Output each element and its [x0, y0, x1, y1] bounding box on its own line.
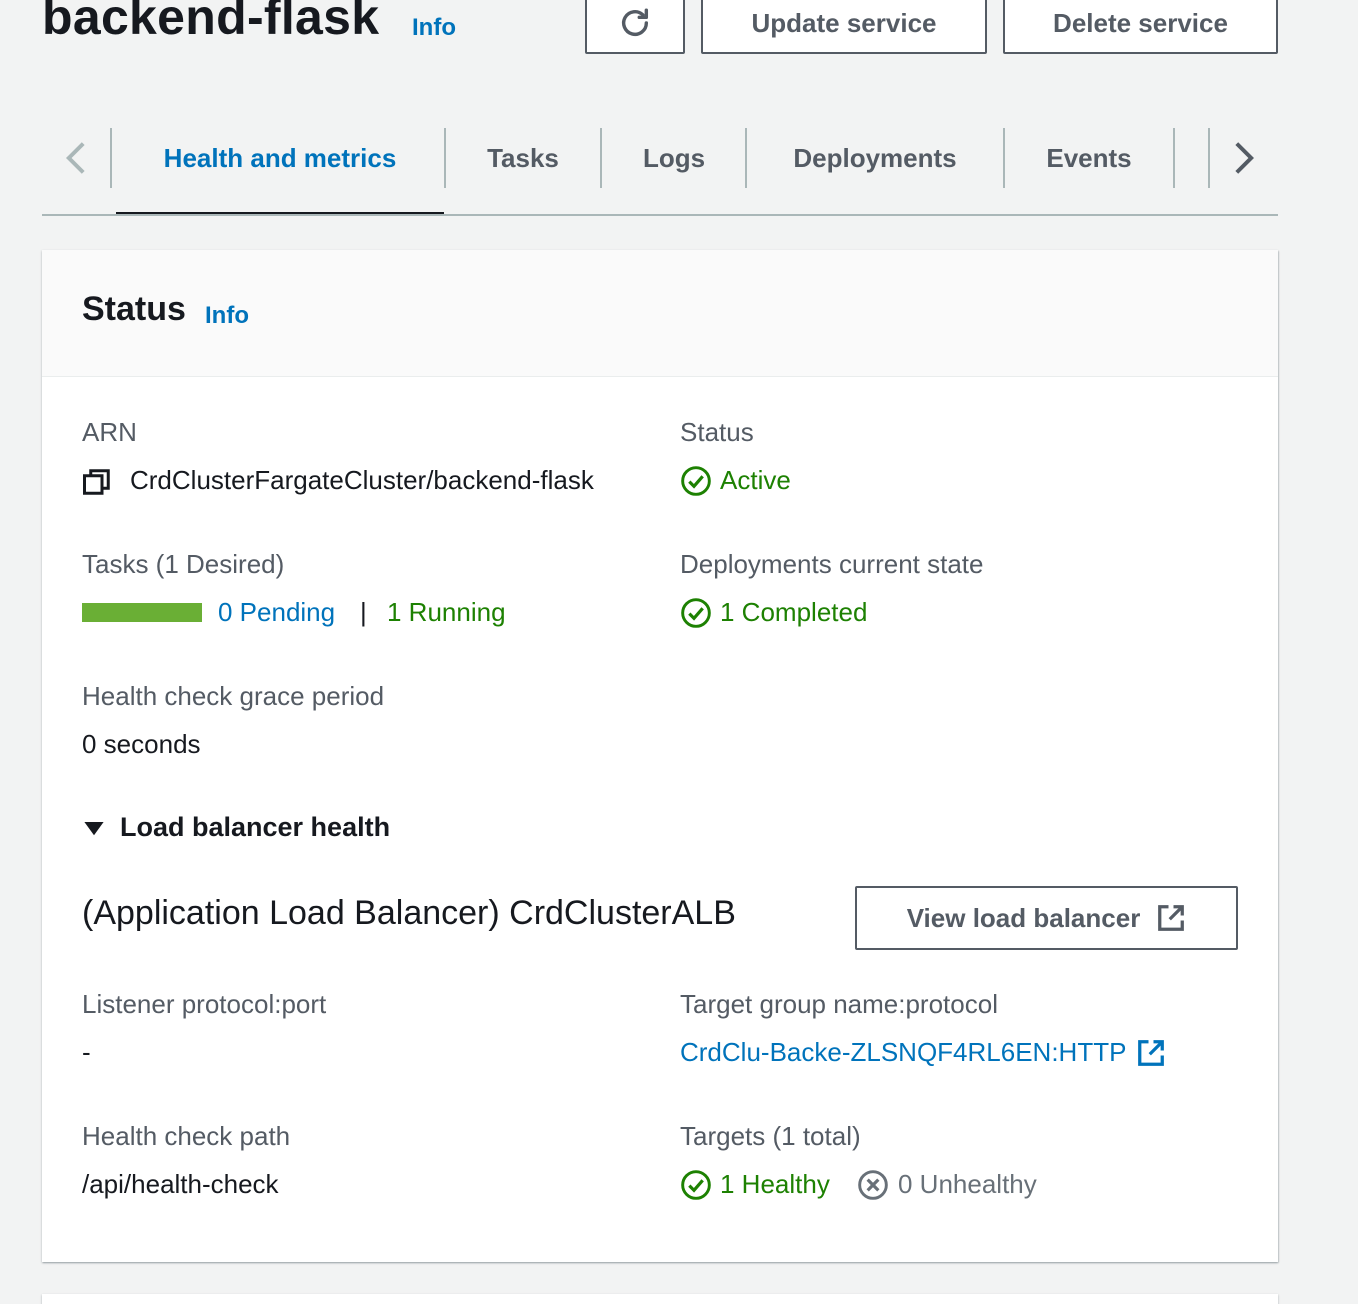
chevron-left-icon	[65, 142, 85, 174]
arn-value: CrdClusterFargateCluster/backend-flask	[130, 465, 594, 495]
tasks-separator: |	[360, 597, 367, 627]
status-panel-header: Status Info	[42, 250, 1278, 377]
target-group-label: Target group name:protocol	[680, 989, 998, 1019]
target-group-value: CrdClu-Backe-ZLSNQF4RL6EN:HTTP	[680, 1037, 1127, 1067]
tabs-next-button[interactable]	[1222, 136, 1266, 180]
deployments-label: Deployments current state	[680, 549, 984, 579]
load-balancer-health-label: Load balancer health	[120, 812, 391, 842]
status-value: Active	[720, 465, 791, 495]
caret-down-icon	[84, 821, 104, 835]
view-load-balancer-button[interactable]: View load balancer	[855, 886, 1238, 950]
tab-divider	[1173, 128, 1175, 188]
tabs-prev-button[interactable]	[54, 136, 98, 180]
status-panel-title: Status	[82, 290, 186, 328]
chevron-right-icon	[1235, 142, 1255, 174]
listener-label: Listener protocol:port	[82, 989, 327, 1019]
status-panel: Status Info ARN CrdClusterFargateCluster…	[42, 250, 1278, 1262]
tab-bar: Health and metrics Tasks Logs Deployment…	[42, 126, 1278, 216]
tabs-divider	[42, 214, 1278, 216]
check-circle-icon	[681, 466, 711, 496]
health-check-path-value: /api/health-check	[82, 1169, 279, 1199]
delete-service-button[interactable]: Delete service	[1003, 0, 1278, 54]
target-group-link[interactable]: CrdClu-Backe-ZLSNQF4RL6EN:HTTP	[680, 1037, 1166, 1068]
tab-divider	[1208, 128, 1210, 188]
check-circle-icon	[681, 1170, 711, 1200]
tasks-label: Tasks (1 Desired)	[82, 549, 285, 579]
tab-divider	[110, 128, 112, 188]
deployments-value: 1 Completed	[720, 597, 868, 627]
grace-period-value: 0 seconds	[82, 729, 201, 759]
external-link-icon	[1158, 905, 1185, 931]
page-info-link[interactable]: Info	[412, 14, 456, 42]
targets-label: Targets (1 total)	[680, 1121, 861, 1151]
next-panel	[42, 1294, 1278, 1304]
refresh-button[interactable]	[585, 0, 685, 54]
arn-label: ARN	[82, 417, 137, 447]
tab-deployments[interactable]: Deployments	[747, 126, 1003, 190]
page-title: backend-flask	[42, 0, 380, 45]
check-circle-icon	[681, 598, 711, 628]
copy-icon[interactable]	[82, 467, 112, 497]
targets-unhealthy-value: 0 Unhealthy	[898, 1169, 1037, 1199]
external-link-icon	[1138, 1039, 1165, 1066]
status-info-link[interactable]: Info	[205, 302, 249, 330]
tab-logs[interactable]: Logs	[602, 126, 746, 190]
tab-tasks[interactable]: Tasks	[446, 126, 600, 190]
tasks-running-value: 1 Running	[387, 597, 506, 627]
targets-healthy-value: 1 Healthy	[720, 1169, 830, 1199]
grace-period-label: Health check grace period	[82, 681, 385, 711]
tab-events[interactable]: Events	[1005, 126, 1173, 190]
tasks-progress-bar	[82, 603, 202, 622]
load-balancer-health-toggle[interactable]: Load balancer health	[82, 812, 390, 843]
view-load-balancer-label: View load balancer	[906, 902, 1141, 933]
tasks-pending-link[interactable]: 0 Pending	[218, 597, 335, 628]
x-circle-icon	[858, 1170, 888, 1200]
status-label: Status	[680, 417, 754, 447]
tab-health-and-metrics[interactable]: Health and metrics	[116, 126, 444, 190]
load-balancer-name: (Application Load Balancer) CrdClusterAL…	[82, 894, 736, 932]
health-check-path-label: Health check path	[82, 1121, 291, 1151]
update-service-button[interactable]: Update service	[701, 0, 987, 54]
refresh-icon	[621, 8, 649, 36]
listener-value: -	[82, 1037, 91, 1067]
